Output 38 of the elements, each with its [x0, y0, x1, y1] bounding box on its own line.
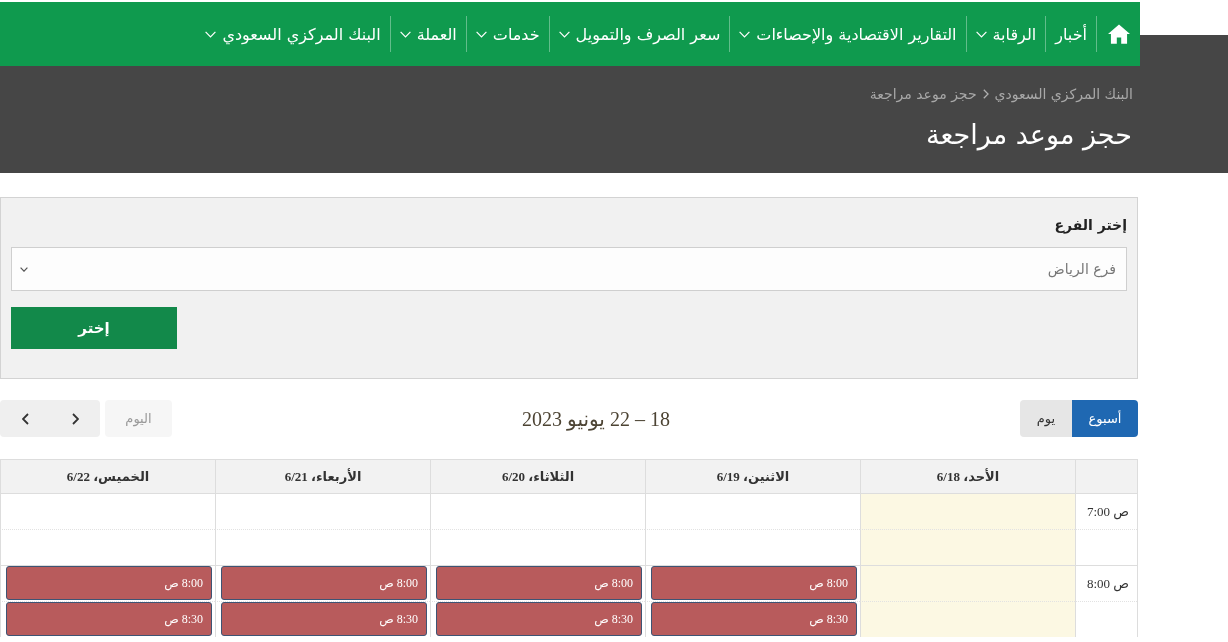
day-header: الخميس، 6/22 — [0, 459, 215, 493]
previous-button[interactable] — [50, 400, 100, 437]
appointment-block[interactable]: 8:30 ص — [6, 602, 212, 636]
breadcrumb-link[interactable]: البنك المركزي السعودي — [994, 84, 1133, 104]
nav-link[interactable]: الرقابة — [966, 2, 1046, 66]
appointment-block[interactable]: 8:00 ص — [6, 566, 212, 600]
view-button[interactable]: يوم — [1020, 400, 1072, 437]
appointment-block[interactable]: 8:00 ص — [651, 566, 857, 600]
next-button[interactable] — [0, 400, 50, 437]
day-header: الأربعاء، 6/21 — [215, 459, 430, 493]
time-label: 7:00 ص — [1086, 503, 1129, 520]
appointment-block[interactable]: 8:00 ص — [221, 566, 427, 600]
page-title: حجز موعد مراجعة — [926, 118, 1133, 153]
day-header: الأحد، 6/18 — [860, 459, 1075, 493]
chevron-right-icon — [71, 412, 79, 425]
field-label: إختر الفرع — [1054, 216, 1127, 235]
appointment-block[interactable]: 8:30 ص — [436, 602, 642, 636]
select-button[interactable]: إختر — [11, 307, 177, 349]
calendar-title: 18 – 22 يونيو 2023 — [522, 406, 670, 431]
chevron-right-icon — [982, 89, 989, 99]
nav-link[interactable]: أخبار — [1046, 2, 1096, 66]
branch-select[interactable]: فرع الرياض — [11, 247, 1127, 291]
day-header: الثلاثاء، 6/20 — [430, 459, 645, 493]
nav-link[interactable]: خدمات — [466, 2, 549, 66]
nav-link[interactable]: التقارير الاقتصادية والإحصاءات — [730, 2, 966, 66]
chevron-down-icon — [20, 266, 28, 272]
breadcrumb-link[interactable]: حجز موعد مراجعة — [869, 84, 977, 104]
nav-link[interactable]: العملة — [390, 2, 466, 66]
chevron-left-icon — [21, 412, 29, 425]
time-label: 8:00 ص — [1086, 575, 1129, 592]
appointment-block[interactable]: 8:30 ص — [221, 602, 427, 636]
nav-link[interactable]: سعر الصرف والتمويل — [549, 2, 730, 66]
view-button[interactable]: أسبوع — [1072, 400, 1138, 437]
nav-link[interactable]: البنك المركزي السعودي — [196, 2, 390, 66]
appointment-block[interactable]: 8:30 ص — [651, 602, 857, 636]
appointment-block[interactable]: 8:00 ص — [436, 566, 642, 600]
home-icon — [1108, 24, 1130, 44]
day-header: الاثنين، 6/19 — [645, 459, 860, 493]
